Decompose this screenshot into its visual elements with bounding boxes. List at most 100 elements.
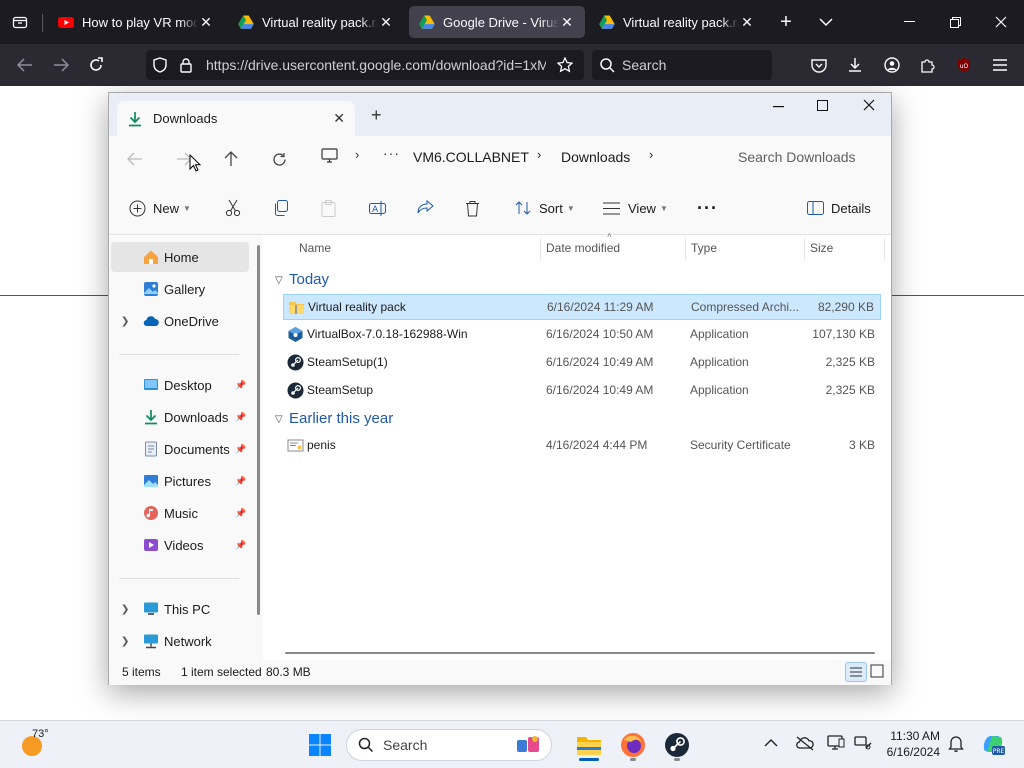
close-tab-icon[interactable]: ✕ xyxy=(378,14,394,31)
column-divider[interactable] xyxy=(540,238,541,260)
network-speaker-status-icon[interactable] xyxy=(854,735,872,754)
copilot-icon[interactable]: PRE xyxy=(980,731,1006,760)
minimize-icon[interactable] xyxy=(773,99,795,117)
column-header-size[interactable]: Size xyxy=(810,241,833,255)
refresh-icon[interactable] xyxy=(265,145,293,173)
breadcrumb-chevron-icon[interactable]: › xyxy=(355,147,359,162)
sidebar-item-network[interactable]: ❯ Network xyxy=(111,626,249,656)
sidebar-item-downloads[interactable]: Downloads 📌 xyxy=(111,402,249,432)
chevron-right-icon[interactable]: ❯ xyxy=(121,636,129,647)
breadcrumb-item[interactable]: VM6.COLLABNET xyxy=(413,149,529,165)
breadcrumb-chevron-icon[interactable]: › xyxy=(537,147,541,162)
taskbar-firefox[interactable] xyxy=(616,728,650,762)
reload-icon[interactable] xyxy=(85,54,107,76)
chevron-right-icon[interactable]: ❯ xyxy=(121,604,129,615)
close-window-icon[interactable] xyxy=(990,12,1012,32)
group-header[interactable]: Earlier this year xyxy=(289,410,393,427)
file-row[interactable]: penis 4/16/2024 4:44 PM Security Certifi… xyxy=(283,433,881,459)
lock-icon[interactable] xyxy=(176,55,196,75)
close-tab-icon[interactable]: ✕ xyxy=(739,14,755,31)
close-tab-icon[interactable]: ✕ xyxy=(559,14,575,31)
tiles-view-icon[interactable] xyxy=(870,664,884,681)
browser-search-box[interactable] xyxy=(592,50,772,80)
sidebar-item-music[interactable]: Music 📌 xyxy=(111,498,249,528)
file-row[interactable]: SteamSetup(1) 6/16/2024 10:49 AM Applica… xyxy=(283,350,881,376)
file-row[interactable]: VirtualBox-7.0.18-162988-Win 6/16/2024 1… xyxy=(283,322,881,348)
column-divider[interactable] xyxy=(804,238,805,260)
sidebar-item-videos[interactable]: Videos 📌 xyxy=(111,530,249,560)
browser-tab-active[interactable]: Google Drive - Virus scan warning ✕ xyxy=(409,6,585,38)
chevron-right-icon[interactable]: ❯ xyxy=(121,316,129,327)
browser-tab[interactable]: Virtual reality pack.rar ✕ xyxy=(228,6,404,38)
file-row[interactable]: SteamSetup 6/16/2024 10:49 AM Applicatio… xyxy=(283,378,881,404)
clock[interactable]: 11:30 AM 6/16/2024 xyxy=(876,728,940,760)
breadcrumb-item[interactable]: Downloads xyxy=(561,149,630,165)
list-tabs-chevron-icon[interactable] xyxy=(816,12,836,32)
back-arrow-icon[interactable] xyxy=(121,145,149,173)
new-tab-icon[interactable]: + xyxy=(371,105,382,126)
column-header-name[interactable]: Name xyxy=(299,241,331,255)
breadcrumb-chevron-icon[interactable]: › xyxy=(649,147,653,162)
url-text[interactable]: https://drive.usercontent.google.com/dow… xyxy=(206,57,546,73)
sidebar-item-onedrive[interactable]: ❯ OneDrive xyxy=(111,306,249,336)
delete-trash-icon[interactable] xyxy=(465,195,480,221)
downloads-icon[interactable] xyxy=(844,54,866,76)
close-window-icon[interactable] xyxy=(863,99,885,117)
group-header[interactable]: Today xyxy=(289,271,329,288)
extensions-puzzle-icon[interactable] xyxy=(917,54,939,76)
search-downloads-input[interactable]: Search Downloads xyxy=(723,141,889,173)
ublock-origin-icon[interactable]: uO xyxy=(953,54,975,76)
column-header-type[interactable]: Type xyxy=(691,241,717,255)
restore-icon[interactable] xyxy=(944,12,966,32)
sidebar-scrollbar[interactable] xyxy=(257,245,260,615)
bookmark-star-icon[interactable] xyxy=(555,55,575,75)
back-icon[interactable] xyxy=(14,54,36,76)
tab-manager-icon[interactable] xyxy=(8,12,32,32)
close-tab-icon[interactable]: ✕ xyxy=(198,14,214,31)
sidebar-item-home[interactable]: Home xyxy=(111,242,249,272)
sidebar-item-pictures[interactable]: Pictures 📌 xyxy=(111,466,249,496)
start-button[interactable] xyxy=(303,728,337,762)
taskbar-search-box[interactable]: Search xyxy=(346,729,552,761)
sidebar-item-gallery[interactable]: Gallery xyxy=(111,274,249,304)
taskbar-file-explorer[interactable] xyxy=(572,728,606,762)
column-header-date[interactable]: Date modified xyxy=(546,241,620,255)
account-icon[interactable] xyxy=(881,54,903,76)
rename-icon[interactable]: A xyxy=(369,195,386,221)
column-divider[interactable] xyxy=(685,238,686,260)
tracking-protection-shield-icon[interactable] xyxy=(150,55,170,75)
horizontal-scrollbar[interactable] xyxy=(285,652,875,654)
share-icon[interactable] xyxy=(417,195,434,221)
hamburger-menu-icon[interactable] xyxy=(989,54,1011,76)
sort-button[interactable]: Sort ▼ xyxy=(515,195,575,221)
column-divider[interactable] xyxy=(884,238,885,260)
minimize-icon[interactable] xyxy=(898,12,920,32)
details-button[interactable]: Details xyxy=(807,195,871,221)
notifications-bell-icon[interactable] xyxy=(948,735,964,755)
new-button[interactable]: New ▼ xyxy=(129,195,191,221)
pocket-icon[interactable] xyxy=(808,54,830,76)
cut-icon[interactable] xyxy=(225,195,241,221)
show-hidden-icons-chevron-icon[interactable] xyxy=(764,735,778,751)
this-pc-monitor-icon[interactable] xyxy=(321,148,338,166)
up-arrow-icon[interactable] xyxy=(217,145,245,173)
group-collapse-chevron-icon[interactable]: ▽ xyxy=(275,275,283,286)
forward-icon[interactable] xyxy=(50,54,72,76)
more-options-icon[interactable]: ··· xyxy=(697,195,718,221)
explorer-tab[interactable]: Downloads ✕ xyxy=(117,101,355,136)
sidebar-item-desktop[interactable]: Desktop 📌 xyxy=(111,370,249,400)
copy-icon[interactable] xyxy=(273,195,289,221)
sidebar-item-documents[interactable]: Documents 📌 xyxy=(111,434,249,464)
group-collapse-chevron-icon[interactable]: ▽ xyxy=(275,414,283,425)
paste-icon[interactable] xyxy=(321,195,336,221)
display-icon[interactable] xyxy=(827,735,845,754)
view-button[interactable]: View ▼ xyxy=(603,195,668,221)
new-tab-icon[interactable]: + xyxy=(776,11,796,33)
maximize-icon[interactable] xyxy=(817,99,839,117)
breadcrumb-overflow-icon[interactable]: ··· xyxy=(383,145,400,161)
sidebar-item-this-pc[interactable]: ❯ This PC xyxy=(111,594,249,624)
close-tab-icon[interactable]: ✕ xyxy=(333,110,345,127)
details-view-icon[interactable] xyxy=(845,662,867,682)
file-row[interactable]: Virtual reality pack 6/16/2024 11:29 AM … xyxy=(283,294,881,320)
taskbar-steam[interactable] xyxy=(660,728,694,762)
